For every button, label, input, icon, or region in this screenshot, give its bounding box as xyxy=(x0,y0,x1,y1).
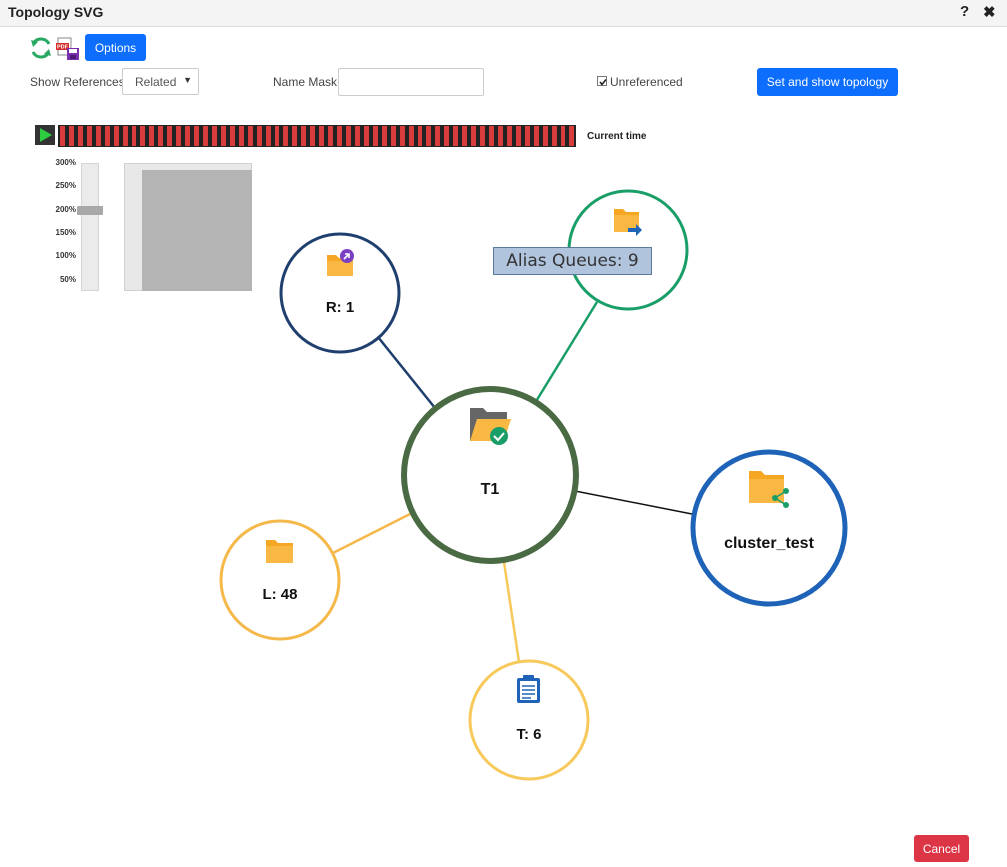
node-cluster-label: cluster_test xyxy=(724,535,814,552)
folder-check-icon xyxy=(470,408,511,445)
topology-graph: R: 1 T1 cluster_test L: 48 T: 6 xyxy=(219,189,848,781)
topic-doc-icon xyxy=(517,675,540,703)
edge-alias xyxy=(533,301,599,404)
node-cluster[interactable]: cluster_test xyxy=(690,449,848,607)
node-center-label: T1 xyxy=(481,481,500,498)
node-r-label: R: 1 xyxy=(326,299,354,316)
node-r[interactable]: R: 1 xyxy=(279,232,401,354)
edge-l xyxy=(332,511,413,555)
node-center[interactable]: T1 xyxy=(401,386,579,564)
cancel-button[interactable]: Cancel xyxy=(914,835,969,862)
folder-share-icon xyxy=(749,471,789,508)
node-l[interactable]: L: 48 xyxy=(219,519,341,641)
edge-cluster xyxy=(574,490,693,515)
node-l-label: L: 48 xyxy=(262,586,297,603)
node-t[interactable]: T: 6 xyxy=(468,659,590,781)
node-t-label: T: 6 xyxy=(516,726,541,743)
alias-queues-tooltip: Alias Queues: 9 xyxy=(493,247,652,275)
folder-local-icon xyxy=(266,540,293,563)
edge-t xyxy=(502,561,521,663)
edge-r xyxy=(377,336,436,409)
folder-alias-icon xyxy=(614,209,642,236)
